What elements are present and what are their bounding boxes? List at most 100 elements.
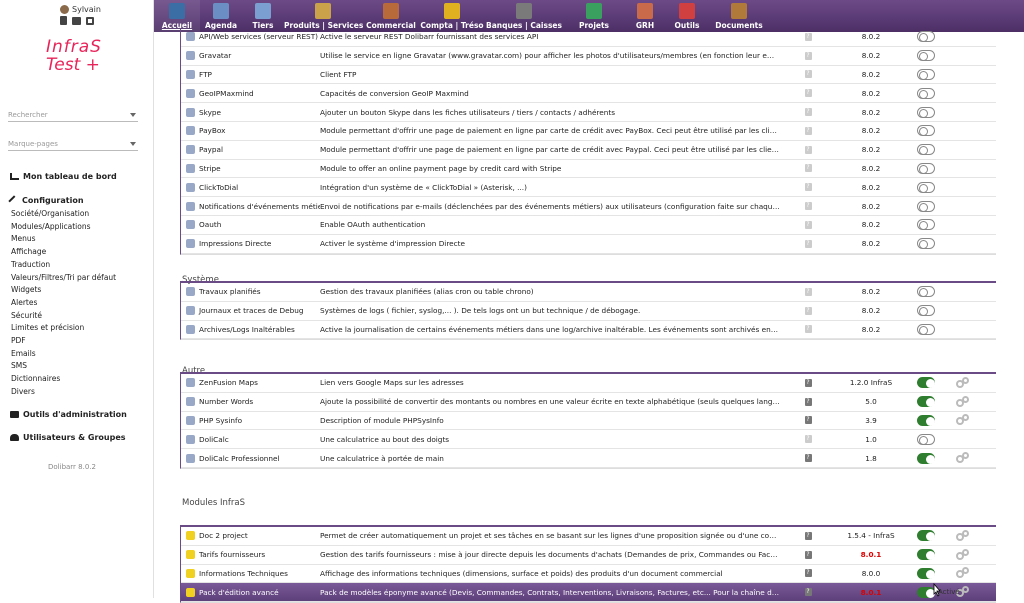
module-row[interactable]: PHP Sysinfo Description of module PHPSysI… [181,412,996,431]
module-toggle[interactable] [917,238,935,250]
printer-icon[interactable] [72,16,81,25]
module-toggle[interactable] [917,433,935,445]
module-toggle[interactable] [917,414,935,426]
help-icon[interactable]: ? [804,435,812,444]
module-row[interactable]: Oauth Enable OAuth authentication? 8.0.2 [181,216,996,235]
help-icon[interactable]: ? [804,108,812,117]
module-row[interactable]: ClickToDial Intégration d'un système de «… [181,178,996,198]
config-menu-item[interactable]: Dictionnaires [11,373,116,386]
module-toggle[interactable] [917,106,935,118]
gear-icon[interactable] [956,395,970,408]
help-icon[interactable]: ? [804,325,812,334]
logout-icon[interactable] [86,16,94,25]
module-row[interactable]: Archives/Logs Inaltérables Active la jour… [181,321,996,340]
module-toggle[interactable] [917,396,935,408]
module-row[interactable]: Skype Ajouter un bouton Skype dans les fi… [181,103,996,122]
module-row[interactable]: FTP Client FTP? 8.0.2 [181,66,996,85]
module-row[interactable]: Tarifs fournisseurs Gestion des tarifs fo… [181,546,996,565]
config-menu-item[interactable]: Modules/Applications [11,221,116,234]
calculator-icon[interactable] [60,16,67,25]
config-menu-item[interactable]: SMS [11,360,116,373]
module-toggle[interactable] [917,50,935,62]
module-row[interactable]: Informations Techniques Affichage des inf… [181,565,996,584]
help-icon[interactable]: ? [804,378,812,387]
config-menu-item[interactable]: Sécurité [11,310,116,323]
help-icon[interactable]: ? [804,220,812,229]
module-toggle[interactable] [917,219,935,231]
module-row[interactable]: Gravatar Utilise le service en ligne Grav… [181,47,996,66]
config-menu-item[interactable]: Traduction [11,259,116,272]
module-row[interactable]: DoliCalc Professionnel Une calculatrice à… [181,449,996,468]
search-select[interactable]: Rechercher [8,109,138,122]
module-toggle[interactable] [917,286,935,298]
gear-icon[interactable] [956,376,970,389]
module-row[interactable]: Impressions Directe Activer le système d'… [181,235,996,254]
module-toggle[interactable] [917,452,935,464]
help-icon[interactable]: ? [804,287,812,296]
config-menu-item[interactable]: Menus [11,233,116,246]
config-menu-item[interactable]: Alertes [11,297,116,310]
module-toggle[interactable] [917,377,935,389]
config-menu-item[interactable]: Société/Organisation [11,208,116,221]
gear-icon[interactable] [956,529,970,542]
help-icon[interactable]: ? [804,89,812,98]
help-icon[interactable]: ? [804,569,812,578]
users-groups-link[interactable]: Utilisateurs & Groupes [10,433,126,442]
help-icon[interactable]: ? [804,550,812,559]
help-icon[interactable]: ? [804,454,812,463]
module-toggle[interactable] [917,162,935,174]
help-icon[interactable]: ? [804,183,812,192]
module-toggle[interactable] [917,144,935,156]
gear-icon[interactable] [956,414,970,426]
module-row[interactable]: Number Words Ajoute la possibilité de con… [181,393,996,412]
module-row[interactable]: Travaux planifiés Gestion des travaux pla… [181,283,996,302]
module-row[interactable]: Notifications d'événements métiers Envoi … [181,197,996,216]
module-row[interactable]: DoliCalc Une calculatrice au bout des doi… [181,430,996,450]
help-icon[interactable]: ? [804,239,812,248]
module-row[interactable]: Doc 2 project Permet de créer automatique… [181,527,996,546]
help-icon[interactable]: ? [804,531,812,540]
module-toggle[interactable] [917,68,935,80]
help-icon[interactable]: ? [804,126,812,135]
bookmarks-select[interactable]: Marque-pages [8,138,138,151]
configuration-link[interactable]: Configuration [8,194,84,207]
help-icon[interactable]: ? [804,588,812,597]
module-row[interactable]: Pack d'édition avancé Pack de modèles épo… [181,583,996,603]
dashboard-link[interactable]: Mon tableau de bord [10,172,117,181]
module-row[interactable]: GeoIPMaxmind Capacités de conversion GeoI… [181,84,996,104]
config-menu-item[interactable]: PDF [11,335,116,348]
module-toggle[interactable] [917,305,935,317]
module-toggle[interactable] [917,181,935,193]
config-menu-item[interactable]: Limites et précision [11,322,116,335]
module-row[interactable]: API/Web services (serveur REST) Active le… [181,28,996,47]
config-menu-item[interactable]: Valeurs/Filtres/Tri par défaut [11,272,116,285]
module-toggle[interactable] [917,87,935,99]
help-icon[interactable]: ? [804,164,812,173]
module-toggle[interactable] [917,323,935,335]
gear-icon[interactable] [956,452,970,464]
module-toggle[interactable] [917,530,935,542]
help-icon[interactable]: ? [804,32,812,41]
help-icon[interactable]: ? [804,397,812,406]
help-icon[interactable]: ? [804,306,812,315]
user-name[interactable]: Sylvain [72,5,101,14]
help-icon[interactable]: ? [804,416,812,425]
module-toggle[interactable] [917,200,935,212]
module-toggle[interactable] [917,549,935,561]
config-menu-item[interactable]: Affichage [11,246,116,259]
module-row[interactable]: Paypal Module permettant d'offrir une pag… [181,141,996,160]
module-toggle[interactable] [917,125,935,137]
module-row[interactable]: Stripe Module to offer an online payment … [181,160,996,179]
module-row[interactable]: ZenFusion Maps Lien vers Google Maps sur … [181,374,996,393]
gear-icon[interactable] [956,548,970,561]
config-menu-item[interactable]: Widgets [11,284,116,297]
config-menu-item[interactable]: Divers [11,386,116,399]
module-row[interactable]: PayBox Module permettant d'offrir une pag… [181,122,996,141]
help-icon[interactable]: ? [804,145,812,154]
help-icon[interactable]: ? [804,202,812,211]
module-toggle[interactable] [917,31,935,43]
config-menu-item[interactable]: Emails [11,348,116,361]
company-logo[interactable]: InfraS Test + [46,38,116,88]
module-toggle[interactable] [917,567,935,579]
user-avatar-icon[interactable] [60,5,69,14]
